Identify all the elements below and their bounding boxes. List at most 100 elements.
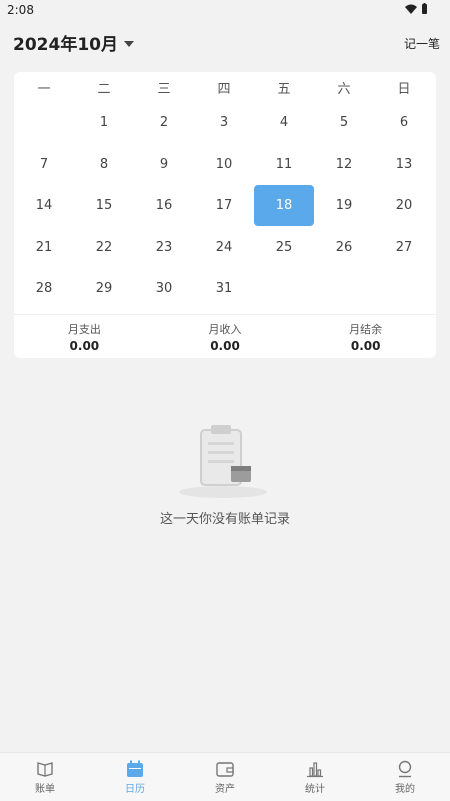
day-number: 8 [99, 156, 109, 172]
tab-assets[interactable]: 资产 [180, 753, 270, 801]
tab-bills[interactable]: 账单 [0, 753, 90, 801]
day-number: 21 [35, 239, 53, 255]
calendar-icon [127, 760, 143, 777]
day-cell[interactable]: 26 [314, 227, 374, 269]
day-cell[interactable]: 24 [194, 227, 254, 269]
expense-value: 0.00 [69, 339, 100, 353]
header: 2024年10月 记一笔 [0, 24, 450, 60]
status-bar: 2:08 [0, 0, 450, 20]
day-cell[interactable]: 23 [134, 227, 194, 269]
calendar-week: 21 22 23 24 25 26 27 [14, 227, 436, 269]
day-cell-empty [314, 268, 374, 310]
day-number: 22 [95, 239, 113, 255]
month-selector[interactable]: 2024年10月 [13, 30, 134, 55]
day-cell[interactable]: 12 [314, 144, 374, 186]
day-cell[interactable]: 9 [134, 144, 194, 186]
day-cell[interactable]: 8 [74, 144, 134, 186]
day-cell[interactable]: 18 [254, 185, 314, 227]
day-number: 27 [395, 239, 413, 255]
chart-icon [307, 761, 323, 777]
weekday-label: 二 [97, 82, 111, 97]
income-summary: 月收入 0.00 [155, 315, 296, 359]
day-cell[interactable]: 22 [74, 227, 134, 269]
tab-statistics[interactable]: 统计 [270, 753, 360, 801]
day-cell[interactable]: 3 [194, 102, 254, 144]
day-number: 28 [35, 281, 53, 297]
day-number: 18 [254, 185, 314, 227]
balance-value: 0.00 [350, 339, 381, 353]
day-number: 25 [275, 239, 293, 255]
day-number: 4 [279, 115, 289, 131]
tab-label: 日历 [125, 783, 145, 795]
day-number: 2 [159, 115, 169, 131]
day-cell[interactable]: 19 [314, 185, 374, 227]
day-cell-empty [14, 102, 74, 144]
day-number: 13 [395, 156, 413, 172]
calendar-card: 一 二 三 四 五 六 日 1 2 3 4 5 6 7 8 9 10 11 12 13 14 15 16 17 1… [14, 72, 436, 358]
add-record-button[interactable]: 记一笔 [404, 35, 440, 52]
day-number: 6 [399, 115, 409, 131]
weekday-label: 六 [337, 82, 351, 97]
tab-label: 我的 [395, 783, 415, 795]
income-label: 月收入 [208, 323, 242, 336]
day-cell[interactable]: 27 [374, 227, 434, 269]
day-cell[interactable]: 7 [14, 144, 74, 186]
day-cell[interactable]: 28 [14, 268, 74, 310]
day-number: 30 [155, 281, 173, 297]
day-cell[interactable]: 20 [374, 185, 434, 227]
clipboard-icon [175, 420, 275, 500]
day-cell[interactable]: 10 [194, 144, 254, 186]
day-number: 10 [215, 156, 233, 172]
day-cell[interactable]: 4 [254, 102, 314, 144]
wallet-icon [216, 761, 234, 777]
day-cell[interactable]: 6 [374, 102, 434, 144]
day-number: 7 [39, 156, 49, 172]
day-number: 1 [99, 115, 109, 131]
expense-label: 月支出 [67, 323, 101, 336]
status-icons [405, 3, 428, 14]
calendar-week: 14 15 16 17 18 19 20 [14, 185, 436, 227]
tab-label: 账单 [35, 783, 55, 795]
day-cell[interactable]: 21 [14, 227, 74, 269]
user-icon [398, 760, 412, 777]
day-cell[interactable]: 5 [314, 102, 374, 144]
day-cell[interactable]: 30 [134, 268, 194, 310]
caret-down-icon [123, 40, 134, 47]
day-number: 15 [95, 198, 113, 214]
weekday-label: 三 [157, 82, 171, 97]
empty-message: 这一天你没有账单记录 [159, 512, 290, 527]
day-cell[interactable]: 13 [374, 144, 434, 186]
weekday-label: 一 [37, 82, 51, 97]
month-title: 2024年10月 [13, 35, 118, 55]
tab-label: 统计 [305, 783, 325, 795]
day-cell[interactable]: 17 [194, 185, 254, 227]
day-number: 11 [275, 156, 293, 172]
month-summary: 月支出 0.00 月收入 0.00 月结余 0.00 [14, 314, 436, 359]
calendar-week: 1 2 3 4 5 6 [14, 102, 436, 144]
day-cell[interactable]: 29 [74, 268, 134, 310]
weekday-label: 五 [277, 82, 291, 97]
day-number: 20 [395, 198, 413, 214]
calendar-grid: 1 2 3 4 5 6 7 8 9 10 11 12 13 14 15 16 17 18 19 20 21 22 23 24 2… [14, 102, 436, 310]
day-cell-empty [374, 268, 434, 310]
day-number: 17 [215, 198, 233, 214]
battery-icon [422, 3, 427, 14]
tab-profile[interactable]: 我的 [360, 753, 450, 801]
day-cell[interactable]: 31 [194, 268, 254, 310]
day-cell[interactable]: 11 [254, 144, 314, 186]
day-cell[interactable]: 16 [134, 185, 194, 227]
day-cell[interactable]: 25 [254, 227, 314, 269]
day-cell[interactable]: 2 [134, 102, 194, 144]
tab-label: 资产 [215, 783, 235, 795]
day-cell[interactable]: 15 [74, 185, 134, 227]
weekday-label: 日 [397, 82, 411, 97]
day-number: 19 [335, 198, 353, 214]
calendar-week: 28 29 30 31 [14, 268, 436, 310]
day-cell[interactable]: 1 [74, 102, 134, 144]
expense-summary: 月支出 0.00 [14, 315, 155, 359]
day-number: 16 [155, 198, 173, 214]
balance-summary: 月结余 0.00 [295, 315, 436, 359]
day-number: 29 [95, 281, 113, 297]
day-cell[interactable]: 14 [14, 185, 74, 227]
tab-calendar[interactable]: 日历 [90, 753, 180, 801]
